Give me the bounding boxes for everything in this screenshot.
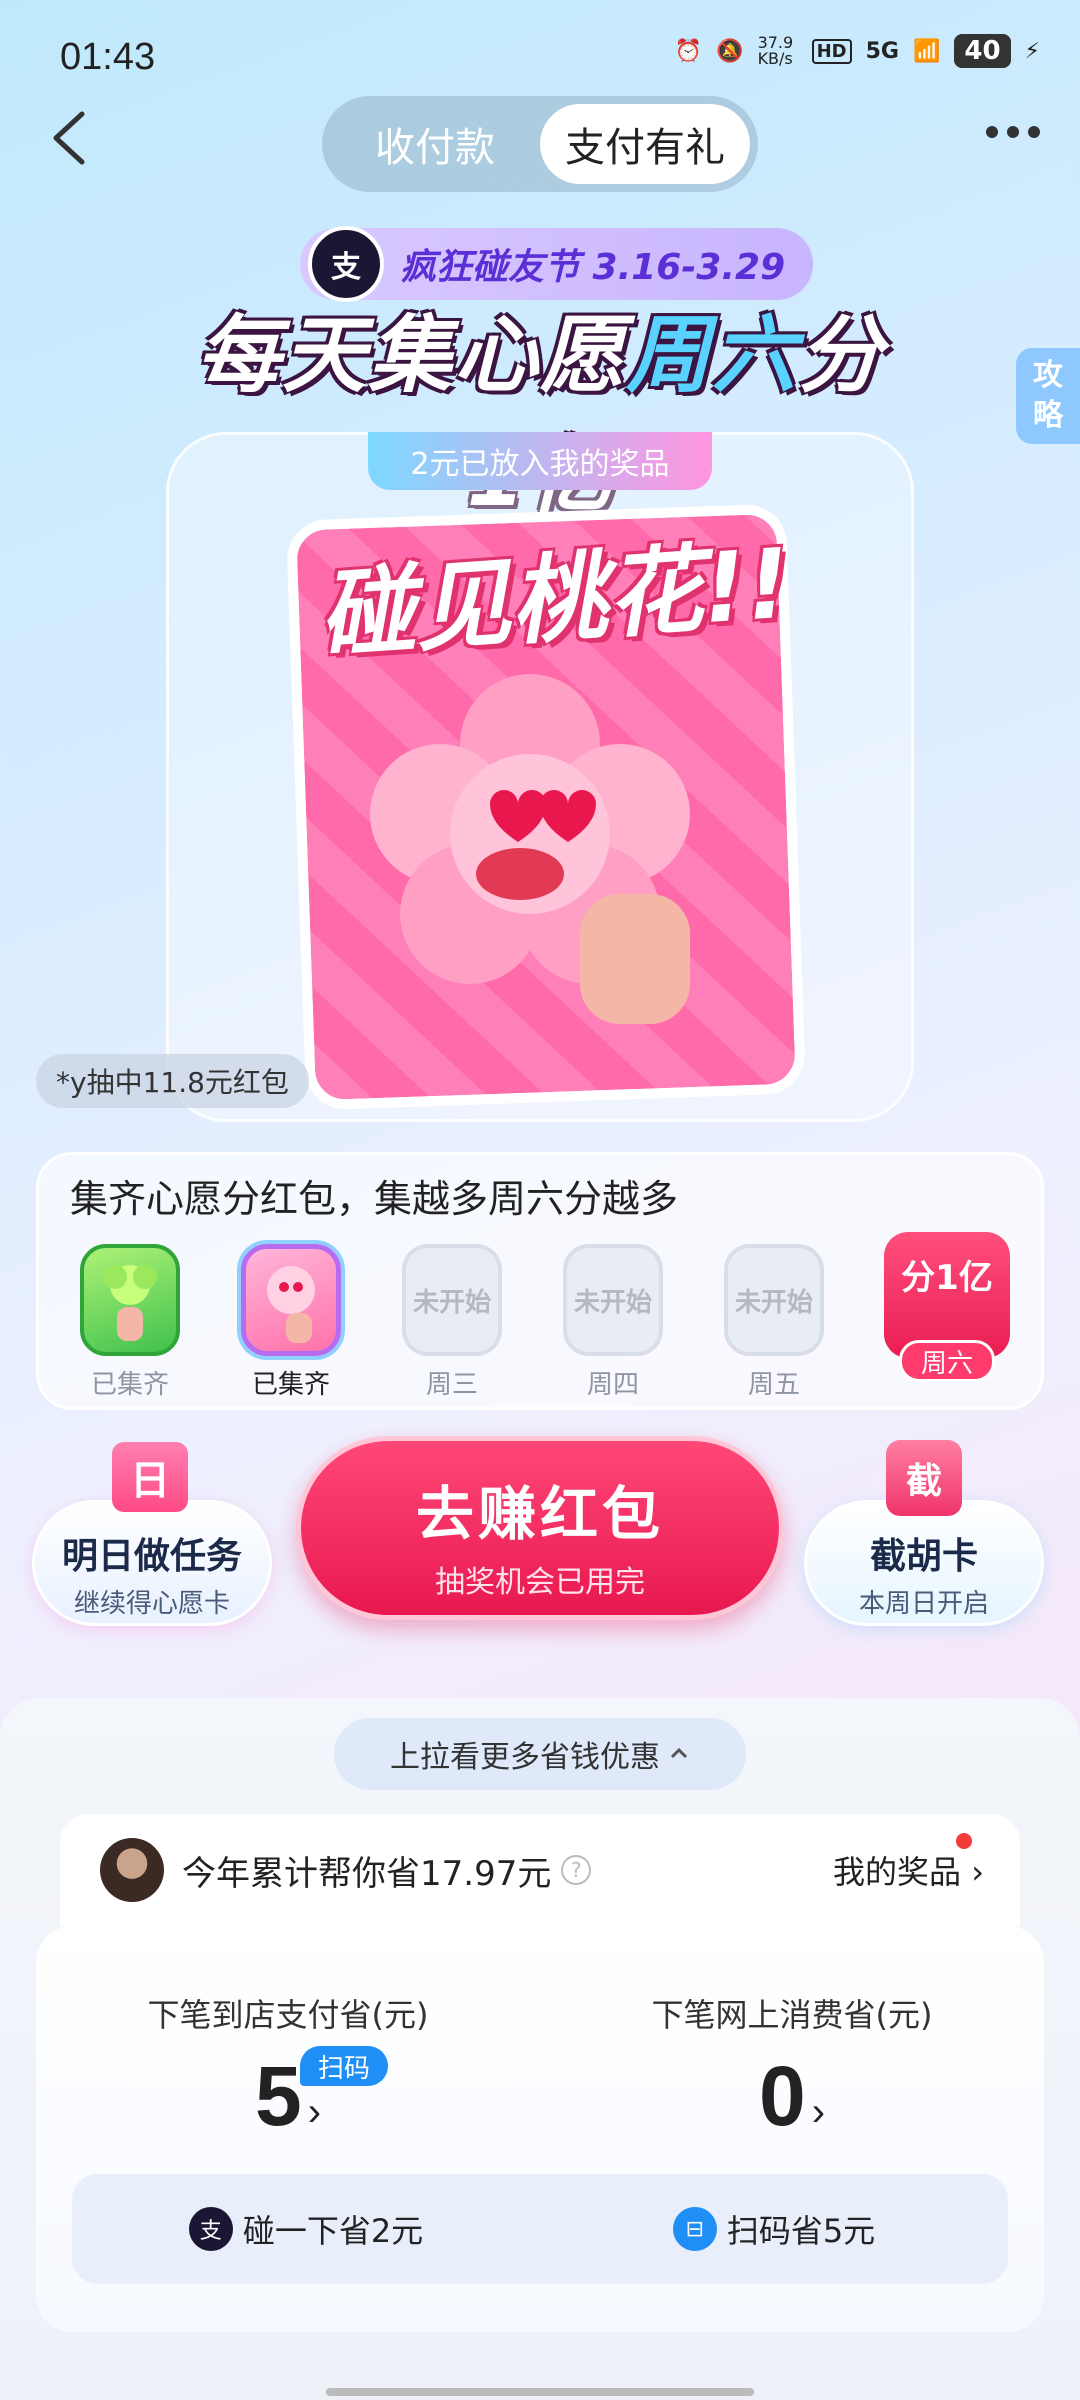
online-savings[interactable]: 下笔网上消费省(元) 0 › [582, 1990, 1002, 2145]
saturday-red-envelope[interactable]: 分1亿 周六 [884, 1232, 1010, 1396]
mute-icon: 🔕 [716, 38, 744, 64]
back-arrow-icon[interactable] [46, 108, 94, 168]
tab-receive-pay[interactable]: 收付款 [330, 104, 540, 184]
tap-pay-icon: 支 [188, 2207, 233, 2251]
wish-card-4[interactable]: 未开始 周四 [558, 1244, 668, 1401]
wish-card-3[interactable]: 未开始 周三 [397, 1244, 507, 1401]
tip-label: 碰一下省2元 [242, 2212, 424, 2250]
scan-badge: 扫码 [300, 2046, 388, 2086]
status-time: 01:43 [60, 36, 156, 78]
task-subtitle: 继续得心愿卡 [73, 1589, 230, 1619]
wish-card-label: 已集齐 [251, 1370, 330, 1400]
headline-part-a: 每天集心愿 [195, 306, 626, 404]
not-started-box: 未开始 [402, 1244, 502, 1356]
net-speed: 37.9 KB/s [757, 33, 794, 68]
wish-card-label: 周三 [425, 1370, 478, 1400]
status-icons: ⏰ 🔕 37.9 KB/s HD 5G 📶 40 ⚡ [675, 34, 1040, 68]
winner-caption: *y抽中11.8元红包 [36, 1054, 309, 1108]
in-store-savings[interactable]: 下笔到店支付省(元) 5 › [78, 1990, 498, 2145]
tab-pay-rewards[interactable]: 支付有礼 [540, 104, 750, 184]
earn-title: 去赚红包 [415, 1480, 664, 1548]
avatar [100, 1838, 164, 1902]
scan-to-save-tip[interactable]: ⊟ 扫码省5元 [540, 2206, 1008, 2252]
intercept-subtitle: 本周日开启 [858, 1589, 989, 1619]
tomorrow-task-button[interactable]: 明日做任务 继续得心愿卡 [32, 1500, 272, 1626]
not-started-box: 未开始 [563, 1244, 663, 1356]
chevron-up-icon [670, 1747, 688, 1759]
clover-mascot-icon [80, 1244, 180, 1356]
signal-label: 5G [865, 38, 899, 64]
strategy-tab[interactable]: 攻略 [1016, 348, 1080, 444]
pull-up-label: 上拉看更多省钱优惠 [390, 1740, 660, 1775]
prize-tag[interactable]: 2元已放入我的奖品 [368, 432, 712, 490]
online-label: 下笔网上消费省(元) [651, 1996, 933, 2034]
peach-flower-mascot-icon [370, 674, 690, 1024]
calendar-icon: 日 [112, 1442, 188, 1512]
savings-summary-row[interactable]: 今年累计帮你省17.97元 ? 我的奖品 › [60, 1814, 1020, 1926]
segmented-tabs: 收付款 支付有礼 [322, 96, 758, 192]
tap-to-save-tip[interactable]: 支 碰一下省2元 [72, 2206, 540, 2252]
charging-icon: ⚡ [1024, 38, 1040, 64]
wifi-icon: 📶 [912, 38, 941, 64]
home-indicator[interactable] [326, 2388, 754, 2396]
wish-card-1[interactable]: 已集齐 [75, 1244, 185, 1401]
pull-up-more-button[interactable]: 上拉看更多省钱优惠 [334, 1718, 746, 1790]
help-icon[interactable]: ? [561, 1855, 592, 1885]
wish-card-label: 周五 [747, 1370, 800, 1400]
more-options-icon[interactable] [986, 126, 1040, 138]
earn-subtitle: 抽奖机会已用完 [435, 1565, 645, 1600]
in-store-value: 5 [254, 2049, 302, 2143]
not-started-box: 未开始 [724, 1244, 824, 1356]
my-prizes-link[interactable]: 我的奖品 › [833, 1833, 984, 1893]
battery-level: 40 [954, 34, 1011, 68]
notification-dot [956, 1833, 972, 1849]
hd-icon: HD [811, 38, 852, 64]
online-value: 0 [758, 2049, 806, 2143]
intercept-title: 截胡卡 [869, 1536, 978, 1577]
in-store-label: 下笔到店支付省(元) [147, 1996, 429, 2034]
savings-tips: 支 碰一下省2元 ⊟ 扫码省5元 [72, 2174, 1008, 2284]
intercept-card-icon: 截 [886, 1440, 962, 1516]
wish-card-label: 周四 [586, 1370, 639, 1400]
task-title: 明日做任务 [61, 1536, 242, 1577]
chevron-right-icon: › [811, 2090, 826, 2134]
scan-icon: ⊟ [672, 2207, 717, 2251]
wish-card-2[interactable]: 已集齐 [236, 1244, 346, 1401]
wish-card-label: 已集齐 [90, 1370, 169, 1400]
headline-part-b: 周六 [625, 306, 798, 404]
chevron-right-icon: › [307, 2090, 322, 2134]
festival-dates: 疯狂碰友节 3.16-3.29 [400, 247, 786, 288]
peach-mascot-icon [241, 1244, 341, 1356]
saturday-label: 周六 [899, 1340, 995, 1382]
tip-label: 扫码省5元 [726, 2212, 876, 2250]
wish-card-5[interactable]: 未开始 周五 [719, 1244, 829, 1401]
alarm-icon: ⏰ [674, 38, 703, 64]
intercept-card-button[interactable]: 截胡卡 本周日开启 [804, 1500, 1044, 1626]
yearly-savings: 今年累计帮你省17.97元 [182, 1853, 552, 1894]
earn-red-packet-button[interactable]: 去赚红包 抽奖机会已用完 [296, 1436, 784, 1620]
wish-title: 集齐心愿分红包，集越多周六分越多 [70, 1177, 679, 1221]
